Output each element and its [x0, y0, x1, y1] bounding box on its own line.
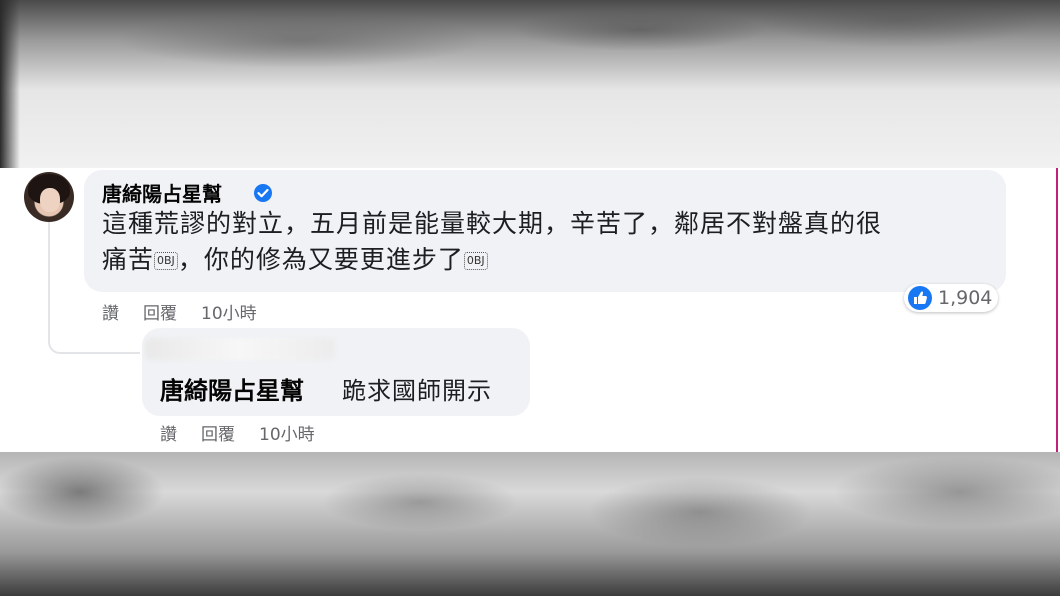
edge-divider [1056, 168, 1058, 452]
reply-text: 跪求國師開示 [342, 377, 492, 405]
emoji-placeholder: 0BJ [463, 252, 488, 270]
blurred-background-bottom [0, 452, 1060, 596]
reaction-summary[interactable]: 1,904 [904, 284, 999, 312]
like-link[interactable]: 讚 [102, 299, 119, 324]
blurred-background-top [0, 0, 1060, 168]
verified-badge-icon [254, 184, 272, 202]
reply-link[interactable]: 回覆 [143, 299, 177, 324]
comment-text: 這種荒謬的對立，五月前是能量較大期，辛苦了，鄰居不對盤真的很 痛苦 0BJ ，你的修… [102, 206, 982, 278]
reply-actions: 讚 回覆 10小時 [160, 420, 315, 445]
comment-text-line2b: ，你的修為又要更進步了 [177, 245, 464, 274]
avatar-face [40, 188, 60, 212]
timestamp[interactable]: 10小時 [201, 299, 257, 324]
like-link[interactable]: 讚 [160, 420, 177, 445]
reply-author[interactable]: 唐綺陽占星幫 [160, 371, 304, 406]
timestamp[interactable]: 10小時 [259, 420, 315, 445]
comment-text-line2a: 痛苦 [102, 245, 155, 274]
comment-actions: 讚 回覆 10小時 [102, 299, 257, 324]
reply-link[interactable]: 回覆 [201, 420, 235, 445]
like-thumb-icon [908, 286, 932, 310]
avatar[interactable] [24, 172, 74, 222]
redacted-name [145, 338, 335, 360]
comment-author[interactable]: 唐綺陽占星幫 [102, 178, 222, 207]
comment-text-line1: 這種荒謬的對立，五月前是能量較大期，辛苦了，鄰居不對盤真的很 [102, 209, 883, 238]
reaction-count: 1,904 [938, 287, 993, 309]
emoji-placeholder: 0BJ [154, 252, 178, 270]
